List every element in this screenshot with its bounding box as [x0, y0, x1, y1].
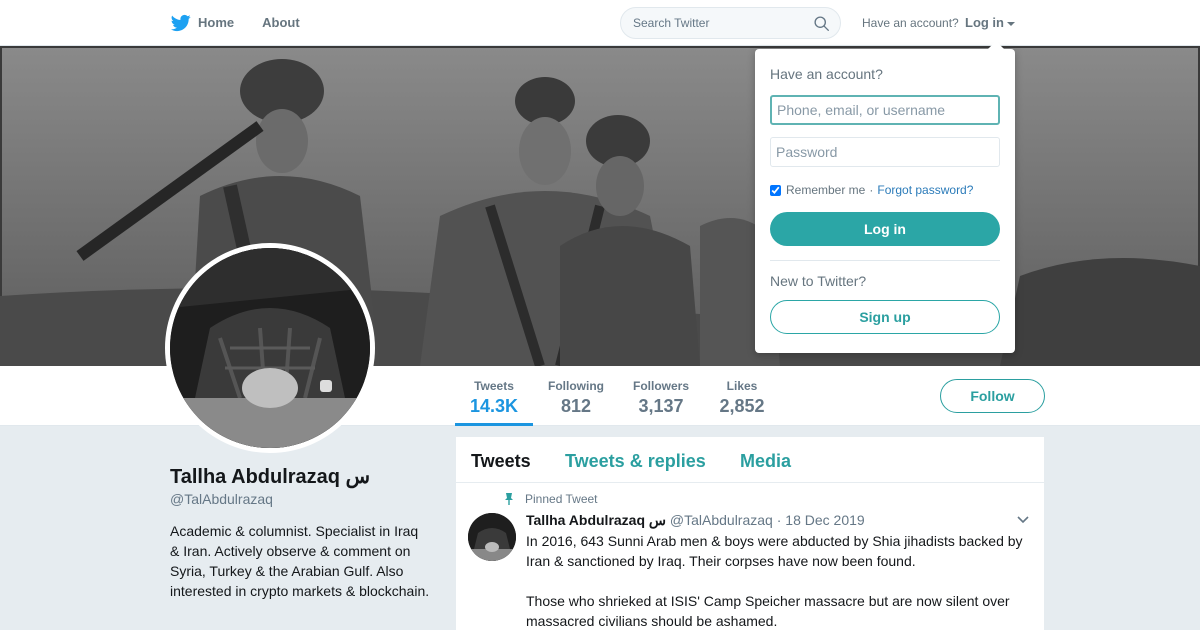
tweet-avatar-image [468, 513, 516, 561]
magnifier-icon[interactable] [813, 15, 830, 32]
tweet-header: Tallha Abdulrazaq س @TalAbdulrazaq · 18 … [526, 512, 865, 529]
tweet-separator: · [776, 512, 782, 528]
stat-likes-label[interactable]: Likes [713, 379, 771, 393]
signup-button[interactable]: Sign up [770, 300, 1000, 334]
avatar-image [170, 248, 370, 448]
tweet-avatar[interactable] [468, 513, 516, 561]
login-toggle-label[interactable]: Log in [965, 15, 1004, 30]
home-link[interactable]: Home [198, 13, 234, 33]
stat-following-value[interactable]: 812 [543, 396, 609, 417]
search-box[interactable] [620, 7, 841, 39]
login-dropdown-toggle[interactable]: Log in [965, 15, 1015, 30]
login-button[interactable]: Log in [770, 212, 1000, 246]
stat-followers-value[interactable]: 3,137 [627, 396, 695, 417]
login-dropdown: Have an account? Remember me · Forgot pa… [755, 41, 1015, 353]
remember-me-checkbox[interactable] [770, 184, 781, 196]
remember-me-row: Remember me · Forgot password? [770, 183, 973, 197]
avatar-photo[interactable] [170, 248, 370, 448]
tab-tweets-replies[interactable]: Tweets & replies [565, 451, 706, 472]
top-navigation-bar: Home About Have an account? Log in [0, 0, 1200, 46]
profile-avatar[interactable] [165, 243, 375, 453]
timeline: Tweets Tweets & replies Media Pinned Twe… [456, 437, 1044, 630]
tweet-date[interactable]: 18 Dec 2019 [785, 512, 864, 528]
login-dropdown-title: Have an account? [770, 66, 883, 82]
stat-tweets-label[interactable]: Tweets [455, 379, 533, 393]
profile-name: Tallha Abdulrazaq س [170, 466, 370, 488]
profile-handle[interactable]: @TalAbdulrazaq [170, 491, 273, 507]
stat-likes-value[interactable]: 2,852 [713, 396, 771, 417]
tweet-author-name[interactable]: Tallha Abdulrazaq س [526, 512, 666, 528]
chevron-down-icon[interactable] [1017, 516, 1029, 524]
password-field[interactable] [770, 137, 1000, 167]
nav-left-group: Home About [170, 13, 328, 33]
username-field[interactable] [770, 95, 1000, 125]
tweet-text: In 2016, 643 Sunni Arab men & boys were … [526, 531, 1036, 630]
remember-separator: · [869, 183, 874, 197]
tab-media[interactable]: Media [740, 451, 791, 472]
follow-button[interactable]: Follow [940, 379, 1045, 413]
tweet-author-handle[interactable]: @TalAbdulrazaq [670, 512, 773, 528]
tab-tweets[interactable]: Tweets [471, 451, 531, 472]
stat-followers-label[interactable]: Followers [627, 379, 695, 393]
remember-me-label[interactable]: Remember me [786, 183, 865, 197]
tweet-paragraph: Those who shrieked at ISIS' Camp Speiche… [526, 593, 1010, 629]
stat-following-label[interactable]: Following [543, 379, 609, 393]
pin-icon [505, 493, 513, 505]
timeline-tabs: Tweets Tweets & replies Media [456, 437, 1044, 483]
tweet-paragraph: In 2016, 643 Sunni Arab men & boys were … [526, 533, 1023, 569]
forgot-password-link[interactable]: Forgot password? [877, 183, 973, 197]
stat-following[interactable]: Following 812 [543, 366, 609, 426]
stat-likes[interactable]: Likes 2,852 [713, 366, 771, 426]
stat-tweets[interactable]: Tweets 14.3K [455, 366, 533, 426]
new-to-twitter-text: New to Twitter? [770, 273, 867, 289]
stat-followers[interactable]: Followers 3,137 [627, 366, 695, 426]
pinned-tweet-label: Pinned Tweet [525, 492, 598, 506]
dropdown-divider [770, 260, 1000, 261]
profile-bio: Academic & columnist. Specialist in Iraq… [170, 523, 430, 599]
stat-tweets-value[interactable]: 14.3K [455, 396, 533, 417]
twitter-bird-icon[interactable] [170, 13, 192, 33]
have-account-text: Have an account? [862, 16, 959, 30]
about-link[interactable]: About [262, 13, 300, 33]
search-input[interactable] [633, 16, 803, 30]
caret-down-icon[interactable] [1007, 21, 1015, 26]
